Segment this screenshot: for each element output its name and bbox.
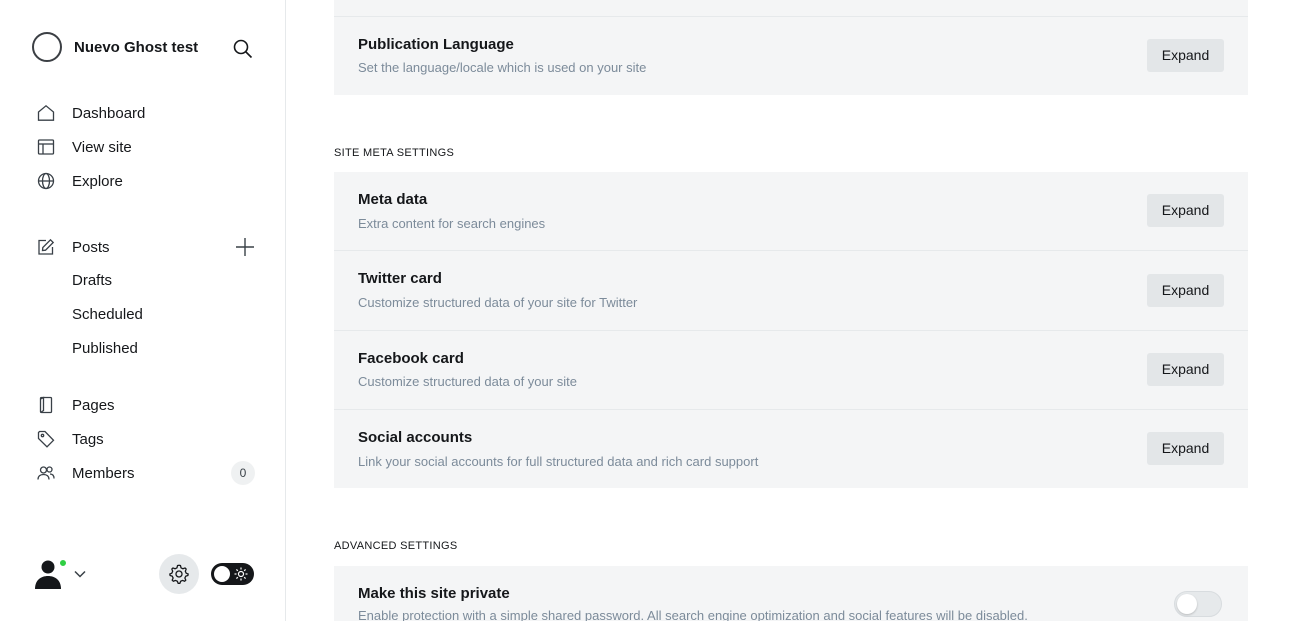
- twitter-card-title: Twitter card: [358, 270, 442, 287]
- publication-language-description: Set the language/locale which is used on…: [358, 60, 647, 75]
- twitter-card-row: Twitter card Customize structured data o…: [334, 251, 1248, 330]
- publication-language-title: Publication Language: [358, 36, 514, 53]
- layout-icon: [36, 137, 56, 157]
- social-accounts-expand-button[interactable]: Expand: [1147, 432, 1224, 465]
- nav-pages-label: Pages: [72, 396, 115, 414]
- nav-explore-label: Explore: [72, 172, 123, 190]
- meta-data-expand-button[interactable]: Expand: [1147, 194, 1224, 227]
- meta-data-title: Meta data: [358, 191, 428, 208]
- gear-icon: [169, 564, 189, 584]
- make-site-private-description: Enable protection with a simple shared p…: [358, 608, 1028, 621]
- pencil-square-icon: [36, 237, 56, 257]
- site-meta-card: Meta data Extra content for search engin…: [334, 172, 1248, 488]
- site-title: Nuevo Ghost test: [74, 38, 199, 56]
- nav-members[interactable]: Members: [36, 461, 135, 485]
- sun-icon: [234, 567, 248, 581]
- nav-tags[interactable]: Tags: [36, 427, 104, 451]
- advanced-settings-heading: ADVANCED SETTINGS: [334, 540, 458, 552]
- toggle-knob: [1177, 594, 1197, 614]
- facebook-card-row: Facebook card Customize structured data …: [334, 331, 1248, 410]
- chevron-down-icon[interactable]: [72, 566, 88, 582]
- advanced-settings-card: Make this site private Enable protection…: [334, 566, 1248, 621]
- new-post-plus-icon[interactable]: [234, 236, 256, 258]
- tag-icon: [36, 429, 56, 449]
- nav-explore[interactable]: Explore: [36, 169, 123, 193]
- publication-language-expand-button[interactable]: Expand: [1147, 39, 1224, 72]
- nav-tags-label: Tags: [72, 430, 104, 448]
- facebook-card-description: Customize structured data of your site: [358, 374, 577, 389]
- facebook-card-title: Facebook card: [358, 350, 464, 367]
- globe-icon: [36, 171, 56, 191]
- home-icon: [36, 103, 56, 123]
- search-icon[interactable]: [232, 38, 254, 60]
- make-site-private-toggle[interactable]: [1174, 591, 1222, 617]
- twitter-card-expand-button[interactable]: Expand: [1147, 274, 1224, 307]
- sidebar: Nuevo Ghost test Dashboard View site Exp…: [0, 0, 286, 621]
- nav-posts[interactable]: Posts: [36, 235, 110, 259]
- social-accounts-title: Social accounts: [358, 429, 473, 446]
- nav-view-site[interactable]: View site: [36, 135, 132, 159]
- page-icon: [36, 395, 56, 415]
- twitter-card-description: Customize structured data of your site f…: [358, 295, 638, 310]
- nav-scheduled[interactable]: Scheduled: [72, 305, 143, 325]
- general-settings-card: Publication Language Set the language/lo…: [334, 0, 1248, 95]
- facebook-card-expand-button[interactable]: Expand: [1147, 353, 1224, 386]
- site-meta-settings-heading: SITE META SETTINGS: [334, 147, 455, 159]
- meta-data-description: Extra content for search engines: [358, 216, 546, 231]
- nav-view-site-label: View site: [72, 138, 132, 156]
- make-site-private-title: Make this site private: [358, 585, 510, 602]
- social-accounts-description: Link your social accounts for full struc…: [358, 454, 759, 469]
- users-icon: [36, 463, 56, 483]
- nav-published[interactable]: Published: [72, 339, 138, 359]
- toggle-knob: [214, 566, 230, 582]
- nav-dashboard-label: Dashboard: [72, 104, 146, 122]
- nav-dashboard[interactable]: Dashboard: [36, 101, 145, 125]
- members-count-badge: 0: [231, 461, 255, 485]
- nav-posts-label: Posts: [72, 238, 110, 256]
- meta-data-row: Meta data Extra content for search engin…: [334, 172, 1248, 250]
- nav-members-label: Members: [72, 464, 135, 482]
- divider: [334, 16, 1248, 17]
- online-status-dot: [58, 558, 68, 568]
- dark-mode-toggle[interactable]: [211, 563, 254, 585]
- social-accounts-row: Social accounts Link your social account…: [334, 410, 1248, 488]
- settings-button[interactable]: [159, 554, 199, 594]
- brand[interactable]: Nuevo Ghost test: [32, 32, 198, 62]
- nav-drafts[interactable]: Drafts: [72, 271, 112, 291]
- nav-pages[interactable]: Pages: [36, 393, 115, 417]
- site-logo: [32, 32, 62, 62]
